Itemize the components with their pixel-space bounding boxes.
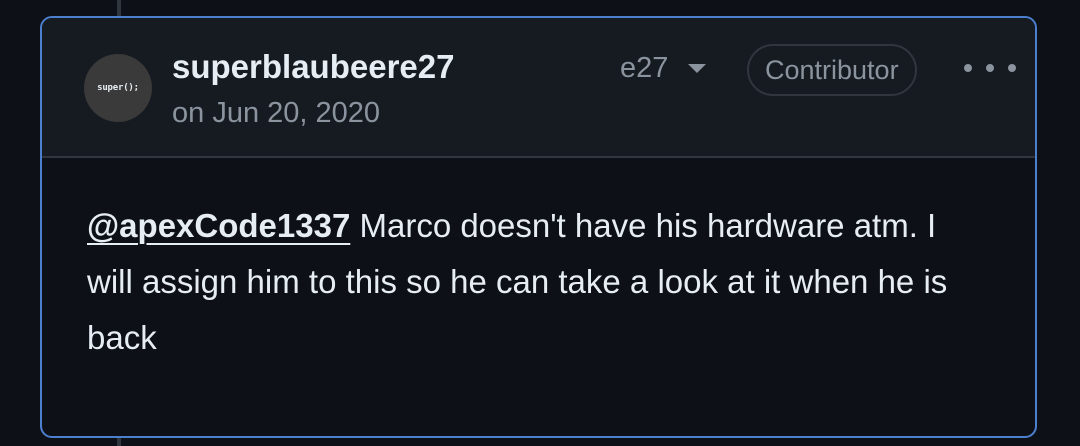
kebab-dot: [986, 64, 994, 72]
chevron-down-icon: [688, 64, 707, 73]
comment-body: @apexCode1337 Marco doesn't have his har…: [87, 198, 987, 366]
author-link[interactable]: superblaubeere27: [172, 48, 454, 86]
comment-card: super(); superblaubeere27 on Jun 20, 202…: [40, 16, 1037, 438]
kebab-dot: [964, 64, 972, 72]
comment-header: super(); superblaubeere27 on Jun 20, 202…: [42, 18, 1035, 158]
user-mention-link[interactable]: @apexCode1337: [87, 207, 350, 244]
edited-label: e27: [620, 52, 669, 84]
kebab-dot: [1008, 64, 1016, 72]
avatar-text: super();: [97, 83, 139, 93]
avatar[interactable]: super();: [84, 54, 152, 122]
timeline-line: [117, 438, 121, 446]
contributor-badge: Contributor: [747, 44, 917, 96]
kebab-menu-icon[interactable]: [964, 58, 1016, 78]
comment-timestamp[interactable]: on Jun 20, 2020: [172, 97, 380, 130]
edited-dropdown[interactable]: e27: [620, 52, 707, 85]
